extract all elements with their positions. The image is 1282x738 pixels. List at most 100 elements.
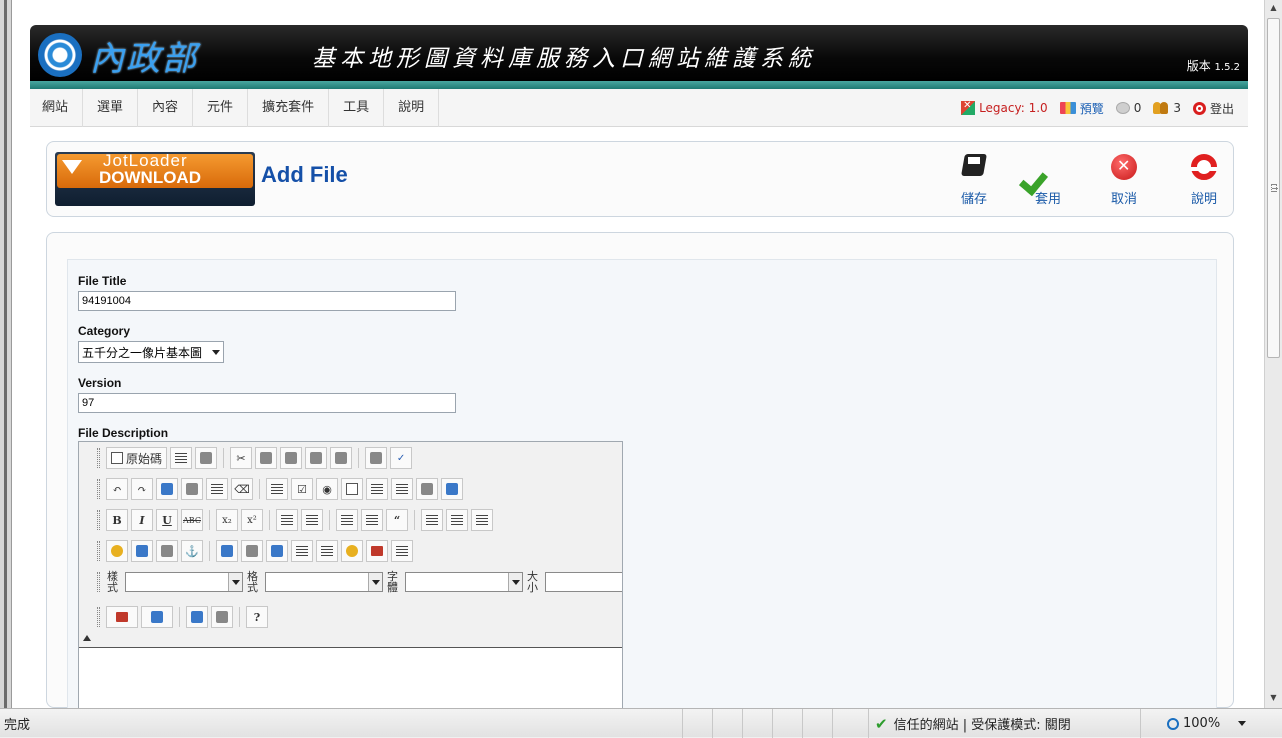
style-combo[interactable] <box>125 572 243 592</box>
anchor-button[interactable]: ⚓ <box>181 540 203 562</box>
undo-button[interactable]: ↶ <box>106 478 128 500</box>
copy-button[interactable] <box>255 447 278 469</box>
messages-count[interactable]: 0 <box>1115 101 1141 115</box>
textarea-button[interactable] <box>366 478 388 500</box>
table-icon <box>296 546 308 556</box>
menu-item-help[interactable]: 說明 <box>384 89 440 127</box>
insert-flash-button[interactable] <box>241 540 263 562</box>
radio-icon: ◉ <box>322 482 332 496</box>
remove-format-button[interactable]: ⌫ <box>231 478 253 500</box>
maximize-button[interactable] <box>186 606 208 628</box>
radio-button[interactable]: ◉ <box>316 478 338 500</box>
logout-link[interactable]: 登出 <box>1192 100 1234 117</box>
bg-color-button[interactable] <box>141 606 173 628</box>
menu-item-content[interactable]: 內容 <box>138 89 194 127</box>
preview-doc-button[interactable] <box>195 447 218 469</box>
text-color-button[interactable] <box>106 606 138 628</box>
button-field-button[interactable] <box>416 478 438 500</box>
menu-item-tools[interactable]: 工具 <box>329 89 385 127</box>
show-blocks-icon <box>216 611 228 623</box>
form-button[interactable] <box>266 478 288 500</box>
paste-text-button[interactable] <box>305 447 328 469</box>
print-button[interactable] <box>365 447 388 469</box>
collapse-toolbar-icon[interactable] <box>83 635 91 641</box>
superscript-button[interactable]: x² <box>241 509 263 531</box>
copy-icon <box>260 452 273 464</box>
insert-image-button[interactable] <box>216 540 238 562</box>
scroll-down-icon[interactable]: ▼ <box>1265 690 1282 706</box>
menu-item-components[interactable]: 元件 <box>193 89 249 127</box>
rich-text-editor: 原始碼 ✂ ✓ ↶ ↷ ⌫ ☑ ◉ B I U ABC x₂ x² “ ⚓ 樣式… <box>78 441 623 724</box>
category-select[interactable]: 五千分之一像片基本圖 <box>78 341 225 363</box>
help-button[interactable]: 說明 <box>1177 150 1231 210</box>
italic-button[interactable]: I <box>131 509 153 531</box>
insert-table-button[interactable] <box>291 540 313 562</box>
find-button[interactable] <box>156 478 178 500</box>
security-zone[interactable]: ✔ 信任的網站 | 受保護模式: 關閉 <box>868 709 1140 738</box>
align-center-button[interactable] <box>446 509 468 531</box>
image-button-button[interactable] <box>441 478 463 500</box>
paste-word-button[interactable] <box>330 447 353 469</box>
message-icon <box>1115 102 1130 114</box>
bold-button[interactable]: B <box>106 509 128 531</box>
redo-button[interactable]: ↷ <box>131 478 153 500</box>
replace-button[interactable] <box>181 478 203 500</box>
scroll-thumb[interactable] <box>1267 18 1280 358</box>
font-combo[interactable] <box>405 572 523 592</box>
version-input[interactable] <box>78 393 456 413</box>
unordered-list-button[interactable] <box>301 509 323 531</box>
page-break-button[interactable] <box>391 540 413 562</box>
special-char-button[interactable] <box>366 540 388 562</box>
outdent-button[interactable] <box>336 509 358 531</box>
show-blocks-button[interactable] <box>211 606 233 628</box>
spellcheck-button[interactable]: ✓ <box>390 447 413 469</box>
system-title: 基本地形圖資料庫服務入口網站維護系統 <box>312 46 816 72</box>
save-doc-button[interactable] <box>170 447 193 469</box>
insert-media-button[interactable] <box>266 540 288 562</box>
strike-button[interactable]: ABC <box>181 509 203 531</box>
users-count[interactable]: 3 <box>1153 101 1181 115</box>
legacy-status[interactable]: Legacy: 1.0 <box>961 100 1048 115</box>
subscript-button[interactable]: x₂ <box>216 509 238 531</box>
source-button[interactable]: 原始碼 <box>106 447 168 469</box>
save-button[interactable]: 儲存 <box>947 150 1001 210</box>
cut-button[interactable]: ✂ <box>230 447 253 469</box>
insert-link-button[interactable] <box>106 540 128 562</box>
apply-button[interactable]: 套用 <box>1021 150 1075 210</box>
format-combo[interactable] <box>265 572 383 592</box>
horizontal-rule-button[interactable] <box>316 540 338 562</box>
blockquote-button[interactable]: “ <box>386 509 408 531</box>
flash-icon <box>246 545 258 557</box>
size-combo[interactable] <box>545 572 622 592</box>
cancel-label: 取消 <box>1110 192 1137 207</box>
underline-button[interactable]: U <box>156 509 178 531</box>
ordered-list-button[interactable] <box>276 509 298 531</box>
insert-globe-button[interactable] <box>131 540 153 562</box>
preview-link[interactable]: 預覽 <box>1059 100 1104 117</box>
vertical-scrollbar[interactable]: ▲ ▼ <box>1264 0 1282 708</box>
indent-button[interactable] <box>361 509 383 531</box>
menu-item-site[interactable]: 網站 <box>30 89 84 127</box>
menu-item-menus[interactable]: 選單 <box>83 89 139 127</box>
align-right-button[interactable] <box>471 509 493 531</box>
cancel-button[interactable]: 取消 <box>1097 150 1151 210</box>
zoom-control[interactable]: 100% <box>1140 709 1282 738</box>
select-field-button[interactable] <box>391 478 413 500</box>
help-label: 說明 <box>1190 192 1217 207</box>
align-left-button[interactable] <box>421 509 443 531</box>
unlink-icon <box>161 545 173 557</box>
smiley-button[interactable] <box>341 540 363 562</box>
file-title-input[interactable] <box>78 291 456 311</box>
textfield-button[interactable] <box>341 478 363 500</box>
checkbox-button[interactable]: ☑ <box>291 478 313 500</box>
admin-menu-bar: 網站 選單 內容 元件 擴充套件 工具 說明 Legacy: 1.0 預覽 0 <box>30 89 1248 127</box>
button-field-icon <box>421 483 433 495</box>
paste-button[interactable] <box>280 447 303 469</box>
about-button[interactable]: ? <box>246 606 268 628</box>
unlink-button[interactable] <box>156 540 178 562</box>
select-all-button[interactable] <box>206 478 228 500</box>
menu-item-extensions[interactable]: 擴充套件 <box>248 89 330 127</box>
scroll-up-icon[interactable]: ▲ <box>1265 0 1282 16</box>
scissors-icon: ✂ <box>236 451 246 465</box>
source-icon <box>111 452 123 464</box>
